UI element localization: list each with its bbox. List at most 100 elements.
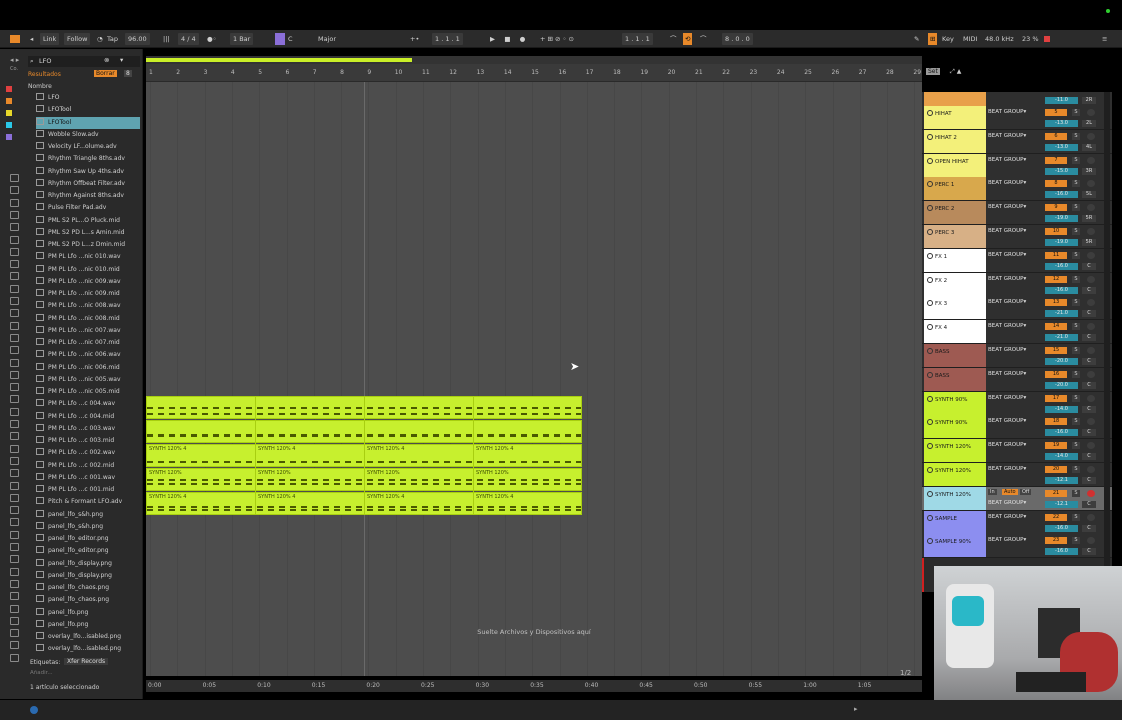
- arm-record-icon[interactable]: [1087, 418, 1095, 426]
- track-activator-button[interactable]: 16: [1045, 370, 1067, 378]
- track-activator-button[interactable]: 12: [1045, 275, 1067, 283]
- category-color-icon[interactable]: [6, 134, 12, 140]
- solo-button[interactable]: S: [1072, 156, 1080, 164]
- track-activator-button[interactable]: 18: [1045, 418, 1067, 426]
- file-item[interactable]: PM PL Lfo ...c 003.mid: [36, 435, 140, 447]
- track-fold-icon[interactable]: [927, 419, 933, 426]
- browser-category-icon[interactable]: [10, 235, 19, 244]
- browser-category-icon[interactable]: [10, 481, 19, 490]
- track-name[interactable]: HIHAT: [924, 106, 986, 129]
- track-activator-button[interactable]: 9: [1045, 204, 1067, 212]
- track-name[interactable]: FX 3: [924, 296, 986, 320]
- browser-category-icon[interactable]: [10, 198, 19, 207]
- track-volume[interactable]: -21.0: [1045, 310, 1078, 318]
- track-activator-button[interactable]: 21: [1045, 489, 1067, 497]
- track-pan[interactable]: C: [1082, 405, 1096, 413]
- input-routing-dropdown[interactable]: BEAT GROUP▾: [988, 371, 1026, 377]
- browser-category-icon[interactable]: [10, 272, 19, 281]
- browser-category-icon[interactable]: [10, 493, 19, 502]
- track-pan[interactable]: 2L: [1082, 120, 1096, 127]
- solo-button[interactable]: S: [1072, 394, 1080, 402]
- browser-category-icon[interactable]: [10, 592, 19, 601]
- file-item[interactable]: Wobble Slow.adv: [36, 129, 140, 141]
- clear-results-button[interactable]: Borrar: [94, 70, 117, 77]
- track-volume[interactable]: -13.0: [1045, 120, 1078, 127]
- track-header[interactable]: SYNTH 90% BEAT GROUP▾ 17 S -14.0 C: [922, 391, 1112, 416]
- track-volume[interactable]: -15.0: [1045, 167, 1078, 175]
- browser-category-icon[interactable]: [10, 284, 19, 293]
- browser-category-icon[interactable]: [10, 297, 19, 305]
- track-fold-icon[interactable]: [927, 229, 933, 235]
- file-item[interactable]: PM PL Lfo ...c 002.wav: [36, 447, 140, 459]
- track-pan[interactable]: 5R: [1082, 215, 1096, 223]
- track-pan[interactable]: C: [1082, 358, 1096, 365]
- category-color-icon[interactable]: [6, 98, 12, 104]
- back-icon[interactable]: ◂ ▸: [10, 56, 19, 64]
- track-header[interactable]: FX 2 BEAT GROUP▾ 12 S -16.0 C: [922, 272, 1112, 297]
- track-activator-button[interactable]: 10: [1045, 228, 1067, 235]
- track-pan[interactable]: C: [1082, 548, 1096, 556]
- browser-category-icon[interactable]: [10, 530, 19, 539]
- browser-category-icon[interactable]: [10, 506, 19, 515]
- file-item[interactable]: Velocity LF...olume.adv: [36, 141, 140, 153]
- track-name[interactable]: BASS: [924, 367, 986, 391]
- folder-item[interactable]: LFOTool: [36, 116, 140, 129]
- arm-record-icon[interactable]: [1087, 513, 1095, 521]
- track-volume[interactable]: -19.0: [1045, 215, 1078, 223]
- file-item[interactable]: panel_lfo_editor.png: [36, 545, 140, 557]
- solo-button[interactable]: S: [1072, 275, 1080, 283]
- track-fold-icon[interactable]: [927, 514, 933, 521]
- browser-category-icon[interactable]: [10, 210, 19, 219]
- file-item[interactable]: Rhythm Against 8ths.adv: [36, 190, 140, 202]
- category-color-icon[interactable]: [6, 122, 12, 128]
- track-header[interactable]: SAMPLE BEAT GROUP▾ 22 S -16.0 C: [922, 510, 1112, 535]
- scroll-right-icon[interactable]: ▸: [854, 705, 858, 713]
- file-item[interactable]: PM PL Lfo ...nic 009.wav: [36, 276, 140, 288]
- solo-button[interactable]: S: [1072, 347, 1080, 354]
- file-item[interactable]: Pitch & Formant LFO.adv: [36, 496, 140, 508]
- track-activator-button[interactable]: 8: [1045, 180, 1067, 188]
- punch-out-icon[interactable]: ⌒: [700, 33, 707, 45]
- track-fold-icon[interactable]: [927, 467, 933, 473]
- track-fold-icon[interactable]: [927, 133, 933, 140]
- track-pan[interactable]: C: [1082, 262, 1096, 270]
- file-item[interactable]: Rhythm Offbeat Filter.adv: [36, 178, 140, 190]
- info-icon[interactable]: [30, 706, 38, 714]
- track-header[interactable]: SYNTH 90% BEAT GROUP▾ 18 S -16.0 C: [922, 415, 1112, 440]
- file-item[interactable]: overlay_lfo...isabled.png: [36, 643, 140, 655]
- track-fold-icon[interactable]: [927, 395, 933, 402]
- track-name[interactable]: FX 1: [924, 248, 986, 272]
- track-header[interactable]: PERC 2 BEAT GROUP▾ 9 S -19.0 5R: [922, 201, 1112, 226]
- browser-category-icon[interactable]: [10, 247, 19, 256]
- solo-button[interactable]: S: [1072, 204, 1080, 212]
- track-volume[interactable]: -12.1: [1045, 477, 1078, 484]
- track-volume[interactable]: -16.0: [1045, 191, 1078, 199]
- folder-item[interactable]: LFOTool: [36, 104, 140, 116]
- input-routing-dropdown[interactable]: BEAT GROUP▾: [988, 109, 1026, 115]
- file-item[interactable]: PM PL Lfo ...nic 005.mid: [36, 386, 140, 398]
- input-routing-dropdown[interactable]: BEAT GROUP▾: [988, 442, 1026, 448]
- track-header[interactable]: FX 4 BEAT GROUP▾ 14 S -21.0 C: [922, 320, 1112, 345]
- track-header[interactable]: OPEN HIHAT BEAT GROUP▾ 7 S -15.0 3R: [922, 153, 1112, 178]
- track-pan[interactable]: C: [1082, 381, 1096, 389]
- search-input[interactable]: ⌕ LFO ⊗ ▾: [28, 56, 140, 67]
- arm-record-icon[interactable]: [1087, 228, 1095, 235]
- meter-field[interactable]: 4 / 4: [178, 33, 199, 45]
- browser-category-icon[interactable]: [10, 407, 19, 416]
- track-pan[interactable]: C: [1082, 286, 1096, 294]
- input-routing-dropdown[interactable]: BEAT GROUP▾: [988, 204, 1026, 210]
- file-item[interactable]: Pulse Filter Pad.adv: [36, 202, 140, 214]
- loop-start-field[interactable]: 1 . 1 . 1: [622, 33, 653, 45]
- solo-button[interactable]: S: [1072, 109, 1080, 116]
- clear-search-icon[interactable]: ⊗: [104, 56, 109, 64]
- track-name[interactable]: PERC 1: [924, 177, 986, 201]
- browser-category-icon[interactable]: [10, 395, 19, 404]
- locator-icons[interactable]: ⤢ ▲: [950, 68, 961, 76]
- track-fold-icon[interactable]: [927, 348, 933, 354]
- track-pan[interactable]: 4L: [1082, 143, 1096, 151]
- file-item[interactable]: PM PL Lfo ...c 001.wav: [36, 472, 140, 484]
- track-activator-button[interactable]: 6: [1045, 132, 1067, 140]
- bar-ruler[interactable]: 1 2 3 4 5 6 7 8 9 10 11 12 13 14 15 16 17 18 19 20 21 22 23 24 2…: [146, 64, 922, 82]
- input-routing-dropdown[interactable]: BEAT GROUP▾: [988, 252, 1026, 258]
- track-activator-button[interactable]: 15: [1045, 347, 1067, 354]
